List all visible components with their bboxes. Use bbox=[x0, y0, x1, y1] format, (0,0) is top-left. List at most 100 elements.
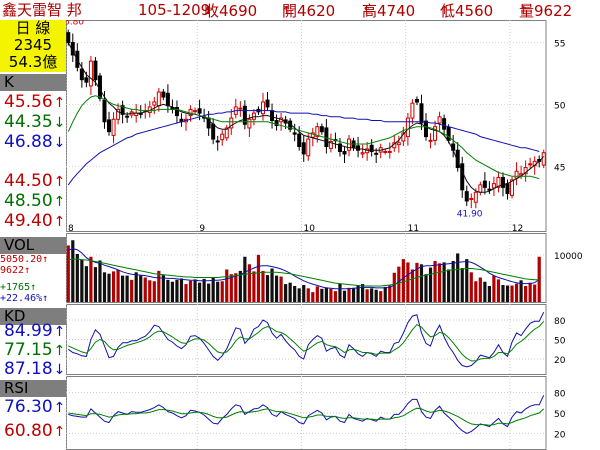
vol-bar-29 bbox=[197, 282, 202, 302]
vol-bar-26 bbox=[184, 284, 188, 302]
candle-body-45 bbox=[270, 110, 275, 122]
vol-bar-53 bbox=[306, 288, 310, 302]
k-value2-2: 49.40↑ bbox=[4, 211, 66, 231]
candle-body-68 bbox=[374, 152, 379, 155]
vol-bar-12 bbox=[121, 275, 125, 302]
candle-body-10 bbox=[111, 118, 116, 136]
vol-bar-3 bbox=[80, 259, 84, 302]
candle-body-102 bbox=[528, 163, 533, 166]
vol-bar-86 bbox=[456, 253, 460, 302]
rsi-value-0: 76.30↑ bbox=[4, 397, 66, 417]
vol-bar-93 bbox=[487, 285, 491, 302]
candle-body-5 bbox=[88, 60, 93, 87]
candle-body-40 bbox=[247, 118, 252, 129]
candle-body-32 bbox=[211, 123, 216, 140]
vol-bar-89 bbox=[469, 272, 473, 302]
candle-body-83 bbox=[442, 118, 447, 130]
vol-bar-102 bbox=[528, 282, 532, 302]
price-tick-2: 55 bbox=[554, 40, 565, 50]
vol-bar-6 bbox=[93, 267, 98, 302]
vol-bar-23 bbox=[170, 281, 175, 302]
candle-body-56 bbox=[319, 126, 324, 133]
rsi-tick-1: 50 bbox=[554, 410, 566, 420]
vol-bar-49 bbox=[288, 282, 292, 302]
candle-body-87 bbox=[460, 163, 465, 191]
candle-body-99 bbox=[514, 170, 519, 179]
k-value-1: 44.35↓ bbox=[4, 112, 66, 132]
candle-body-89 bbox=[469, 197, 474, 200]
candle-body-76 bbox=[410, 102, 415, 119]
candle-body-73 bbox=[396, 142, 401, 146]
candle-body-28 bbox=[193, 110, 198, 113]
candle-body-41 bbox=[251, 112, 256, 120]
vol-bar-18 bbox=[148, 280, 152, 302]
candle-body-13 bbox=[125, 115, 130, 118]
candle-body-91 bbox=[478, 184, 483, 193]
vol-value-0: 5050.20↑ bbox=[0, 254, 49, 265]
month-label-1: 9 bbox=[199, 224, 205, 234]
candle-body-92 bbox=[482, 180, 487, 188]
candle-body-61 bbox=[342, 150, 347, 155]
vol-bar-14 bbox=[130, 279, 134, 302]
kd-value-2: 87.18↓ bbox=[4, 359, 66, 379]
vol-bar-103 bbox=[533, 284, 537, 302]
candle-body-90 bbox=[473, 191, 478, 203]
candle-body-43 bbox=[260, 101, 265, 115]
candle-body-82 bbox=[437, 116, 442, 124]
vol-bar-91 bbox=[478, 277, 482, 302]
month-label-3: 11 bbox=[408, 224, 419, 234]
candle-body-75 bbox=[405, 117, 410, 138]
vol-bar-48 bbox=[284, 284, 288, 302]
candle-body-62 bbox=[347, 138, 352, 151]
period-label: 日 線 bbox=[15, 19, 51, 37]
month-label-0: 8 bbox=[68, 224, 74, 234]
k-value-0: 45.56↑ bbox=[4, 92, 66, 112]
rsi-tick-2: 80 bbox=[554, 390, 566, 400]
vol-bar-34 bbox=[220, 281, 224, 302]
vol-bar-24 bbox=[175, 279, 179, 302]
vol-bar-101 bbox=[524, 285, 528, 302]
vol-bar-76 bbox=[410, 269, 415, 302]
candle-body-9 bbox=[107, 119, 112, 133]
vol-bar-62 bbox=[347, 287, 351, 302]
candle-body-65 bbox=[360, 152, 365, 155]
panel-frame-1 bbox=[66, 233, 547, 303]
vol-bar-84 bbox=[447, 269, 451, 302]
candle-body-84 bbox=[446, 126, 451, 141]
vol-bar-43 bbox=[261, 270, 265, 302]
vol-bar-44 bbox=[265, 275, 270, 302]
vol-bar-58 bbox=[329, 288, 333, 302]
candle-body-6 bbox=[93, 60, 98, 81]
vol-bar-28 bbox=[193, 279, 197, 302]
vol-bar-75 bbox=[406, 262, 410, 302]
vol-bar-98 bbox=[510, 285, 514, 302]
candle-body-53 bbox=[306, 138, 311, 157]
candle-body-70 bbox=[383, 150, 388, 153]
candle-body-96 bbox=[500, 176, 505, 188]
vol-bar-16 bbox=[139, 275, 143, 302]
candle-body-38 bbox=[238, 107, 243, 110]
period-block: 日 線 2345 54.3億 bbox=[0, 20, 66, 72]
vol-bar-22 bbox=[166, 279, 170, 302]
vol-bar-85 bbox=[451, 260, 455, 302]
candle-body-3 bbox=[79, 68, 84, 81]
candle-body-22 bbox=[165, 92, 170, 107]
candle-body-34 bbox=[220, 133, 225, 141]
k-value2-0: 44.50↑ bbox=[4, 171, 66, 191]
stock-chart: 45 50 55 8 9 10 11 12 56.80 41.90 10000 20 50 80 20 50 8… bbox=[66, 20, 583, 450]
quote-header: 鑫天雷智 邦 105-1209 收4690 ↑ 開4620 ↑ 高4740 ↑ 低45… bbox=[0, 0, 600, 20]
price-annotation-1: 41.90 bbox=[457, 210, 483, 220]
vol-bar-25 bbox=[179, 278, 184, 302]
vol-bar-69 bbox=[379, 291, 383, 302]
vol-bar-90 bbox=[474, 281, 478, 302]
vol-bar-97 bbox=[505, 285, 510, 302]
vol-bar-65 bbox=[361, 284, 365, 302]
vol-bar-31 bbox=[207, 283, 211, 302]
vol-bar-41 bbox=[252, 271, 256, 302]
vol-bar-96 bbox=[501, 285, 505, 302]
vol-bar-30 bbox=[202, 278, 206, 302]
candle-body-20 bbox=[156, 91, 161, 107]
k-value-2: 46.88↓ bbox=[4, 132, 66, 152]
vol-bar-79 bbox=[424, 274, 428, 302]
kd-tick-2: 80 bbox=[554, 317, 566, 327]
